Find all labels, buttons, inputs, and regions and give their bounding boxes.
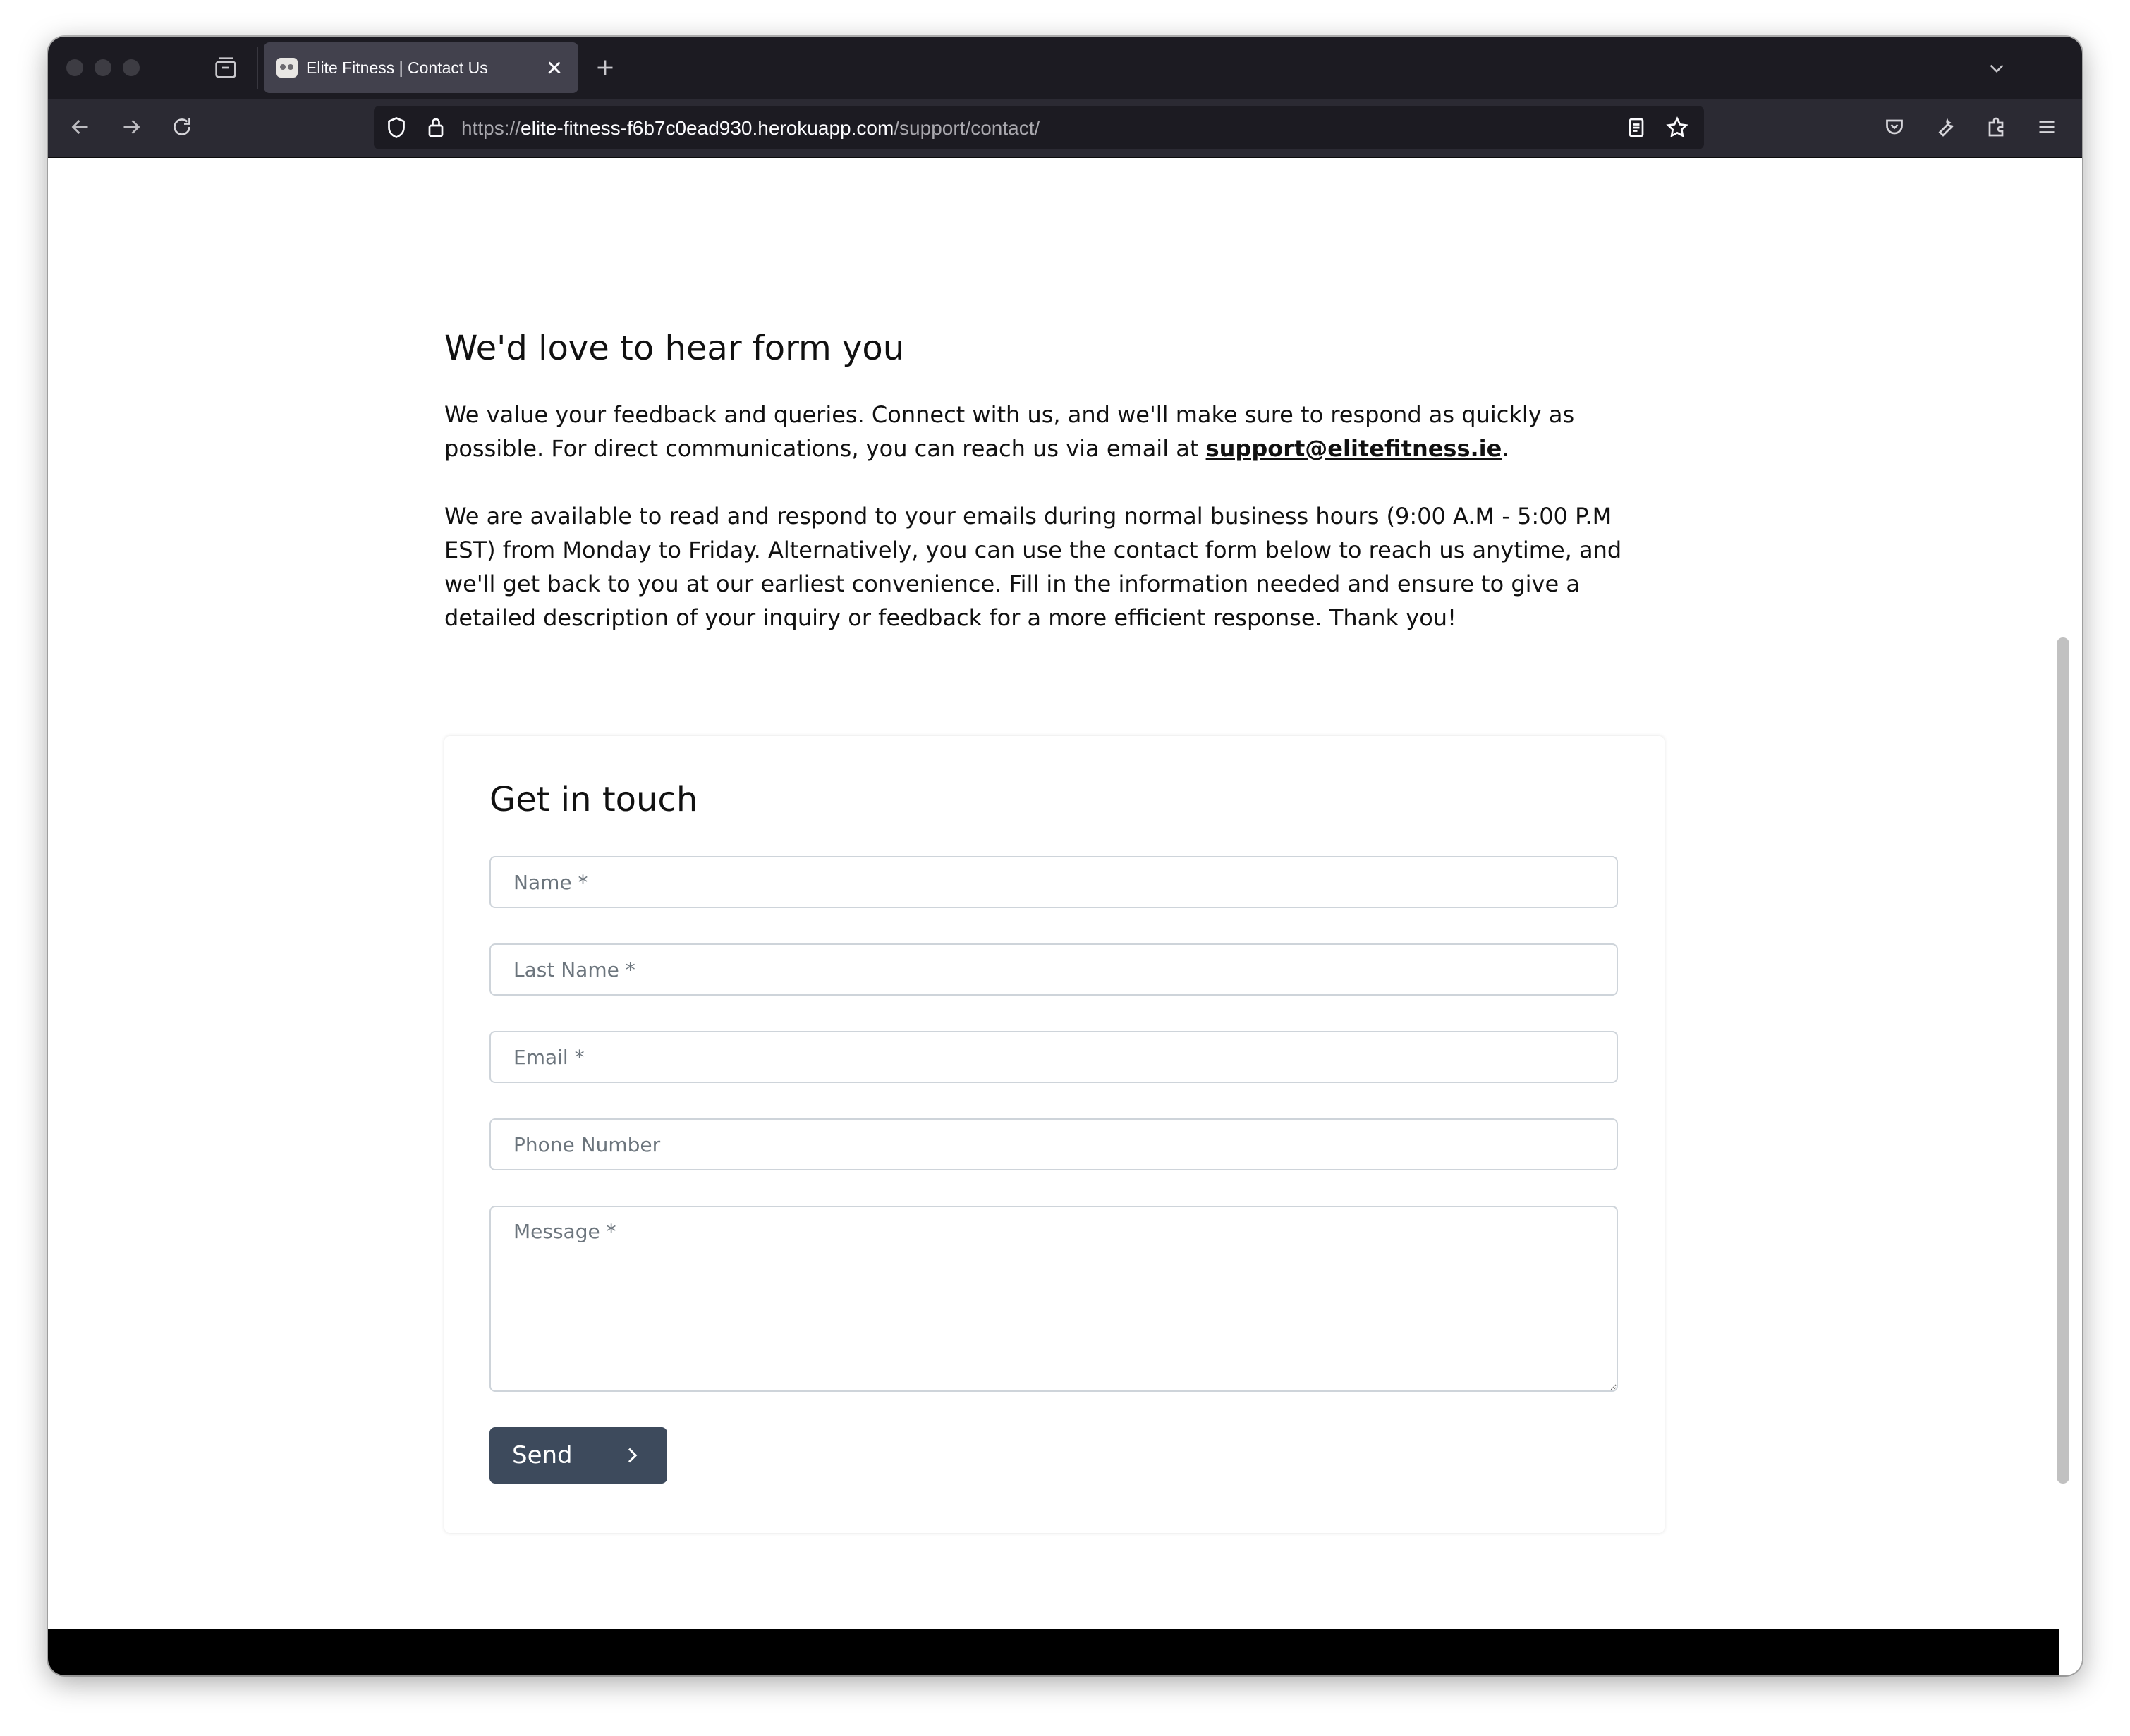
minimize-window-button[interactable] bbox=[95, 59, 111, 76]
site-favicon-icon bbox=[276, 58, 298, 78]
active-tab[interactable]: Elite Fitness | Contact Us bbox=[264, 42, 578, 93]
wrench-tools-icon[interactable] bbox=[1933, 114, 1958, 140]
send-button[interactable]: Send bbox=[489, 1427, 667, 1484]
pocket-icon[interactable] bbox=[1882, 114, 1907, 140]
tab-separator bbox=[257, 47, 258, 89]
address-bar[interactable]: https://elite-fitness-f6b7c0ead930.herok… bbox=[374, 106, 1704, 149]
close-window-button[interactable] bbox=[66, 59, 83, 76]
tab-overview-icon[interactable] bbox=[212, 54, 240, 82]
maximize-window-button[interactable] bbox=[123, 59, 140, 76]
browser-window: Elite Fitness | Contact Us https://elite… bbox=[48, 37, 2082, 1675]
url-path: /support/contact/ bbox=[894, 117, 1040, 139]
name-input[interactable] bbox=[489, 856, 1618, 908]
list-tabs-chevron-icon[interactable] bbox=[1985, 56, 2009, 80]
tab-bar: Elite Fitness | Contact Us bbox=[48, 37, 2082, 99]
intro-paragraph-2: We are available to read and respond to … bbox=[444, 503, 1622, 631]
chevron-right-icon bbox=[621, 1444, 643, 1467]
new-tab-icon[interactable] bbox=[592, 55, 618, 80]
last-name-input[interactable] bbox=[489, 943, 1618, 996]
support-email-link[interactable]: support@elitefitness.ie bbox=[1206, 435, 1502, 462]
reader-view-icon[interactable] bbox=[1624, 115, 1649, 140]
navigation-toolbar: https://elite-fitness-f6b7c0ead930.herok… bbox=[48, 99, 2082, 158]
page-viewport: We'd love to hear form you We value your… bbox=[48, 158, 2082, 1675]
message-textarea[interactable] bbox=[489, 1206, 1618, 1392]
tab-title: Elite Fitness | Contact Us bbox=[306, 59, 488, 77]
email-input[interactable] bbox=[489, 1031, 1618, 1083]
intro-paragraph-1: We value your feedback and queries. Conn… bbox=[444, 398, 1665, 465]
page-footer bbox=[48, 1629, 2059, 1675]
url-text[interactable]: https://elite-fitness-f6b7c0ead930.herok… bbox=[461, 117, 1040, 140]
close-tab-icon[interactable] bbox=[542, 55, 567, 80]
send-label: Send bbox=[512, 1441, 573, 1469]
extensions-puzzle-icon[interactable] bbox=[1983, 114, 2009, 140]
bookmark-star-icon[interactable] bbox=[1665, 115, 1690, 140]
url-scheme: https:// bbox=[461, 117, 521, 139]
page-scrollbar[interactable] bbox=[2057, 637, 2069, 1484]
phone-input[interactable] bbox=[489, 1118, 1618, 1170]
reload-icon[interactable] bbox=[169, 114, 195, 140]
hamburger-menu-icon[interactable] bbox=[2034, 114, 2059, 140]
intro-text-end: . bbox=[1502, 435, 1509, 462]
form-title: Get in touch bbox=[489, 780, 698, 819]
contact-form-card: Get in touch Send bbox=[444, 736, 1665, 1533]
back-arrow-icon[interactable] bbox=[68, 114, 93, 140]
forward-arrow-icon[interactable] bbox=[118, 114, 144, 140]
contact-intro: We'd love to hear form you We value your… bbox=[444, 327, 1665, 635]
lock-icon[interactable] bbox=[423, 115, 449, 140]
url-host: elite-fitness-f6b7c0ead930.herokuapp.com bbox=[521, 117, 894, 139]
intro-heading: We'd love to hear form you bbox=[444, 329, 905, 368]
tracking-protection-shield-icon[interactable] bbox=[384, 115, 409, 140]
